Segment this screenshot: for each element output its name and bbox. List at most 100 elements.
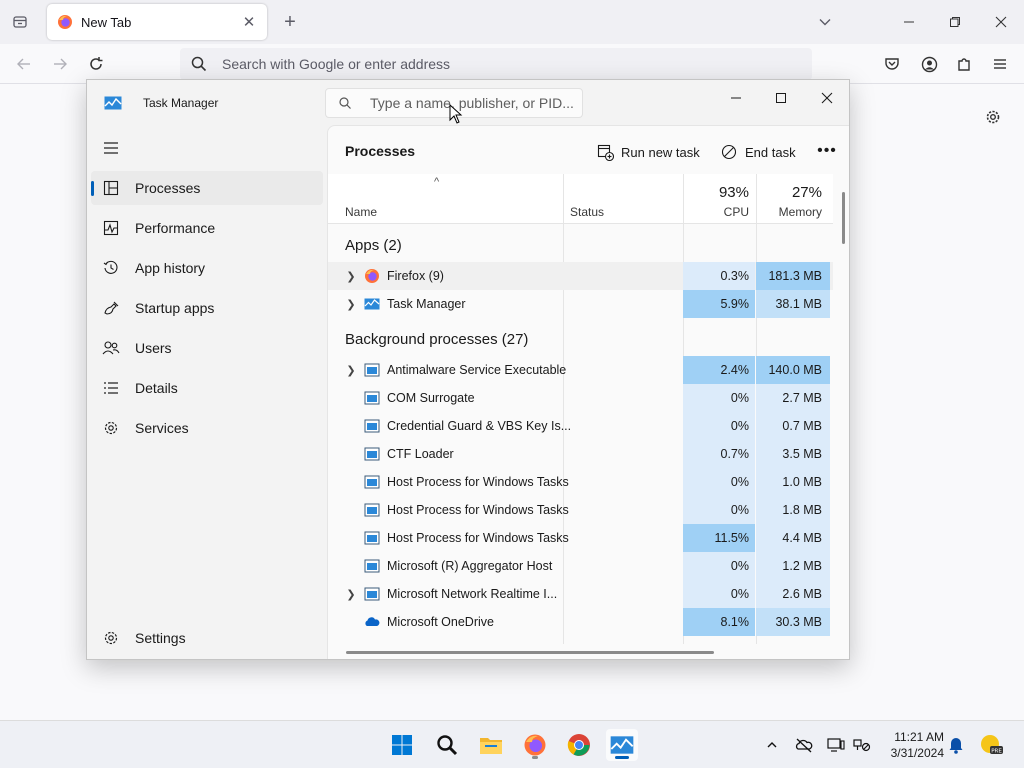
process-cpu: 0% bbox=[683, 580, 755, 608]
process-row[interactable]: COM Surrogate 0% 2.7 MB bbox=[328, 384, 833, 412]
tm-close-icon[interactable] bbox=[805, 84, 849, 112]
nav-startup-apps[interactable]: Startup apps bbox=[91, 291, 323, 325]
nav-settings[interactable]: Settings bbox=[91, 621, 291, 655]
list-all-tabs-icon[interactable] bbox=[812, 10, 838, 34]
firefox-icon bbox=[365, 269, 379, 283]
app-history-icon bbox=[101, 258, 121, 278]
status-column-header[interactable]: Status bbox=[570, 205, 604, 219]
process-row[interactable]: Microsoft (R) Aggregator Host 0% 1.2 MB bbox=[328, 552, 833, 580]
hamburger-menu-icon[interactable] bbox=[101, 138, 121, 158]
expand-chevron-icon[interactable]: ❯ bbox=[346, 269, 356, 283]
close-window-icon[interactable] bbox=[988, 10, 1014, 34]
firefox-taskbar-icon[interactable] bbox=[519, 729, 551, 761]
tm-minimize-icon[interactable] bbox=[714, 84, 758, 112]
show-hidden-icons-chevron-icon[interactable] bbox=[762, 735, 782, 755]
close-tab-icon[interactable]: ✕ bbox=[237, 10, 261, 34]
minimize-icon[interactable] bbox=[896, 10, 922, 34]
task-manager-app-icon bbox=[104, 96, 122, 110]
nav-label: Processes bbox=[135, 180, 201, 196]
memory-column-header[interactable]: Memory bbox=[756, 205, 822, 219]
sort-ascending-icon[interactable]: ^ bbox=[434, 176, 439, 188]
mouse-cursor-icon bbox=[449, 104, 463, 124]
name-column-header[interactable]: Name bbox=[345, 205, 377, 219]
nav-services[interactable]: Services bbox=[91, 411, 323, 445]
tab-list-icon[interactable] bbox=[8, 10, 32, 34]
startup-apps-icon bbox=[101, 298, 121, 318]
cpu-column-header[interactable]: CPU bbox=[683, 205, 749, 219]
process-row[interactable]: CTF Loader 0.7% 3.5 MB bbox=[328, 440, 833, 468]
nav-users[interactable]: Users bbox=[91, 331, 323, 365]
nav-performance[interactable]: Performance bbox=[91, 211, 323, 245]
nav-app-history[interactable]: App history bbox=[91, 251, 323, 285]
cpu-total-percent[interactable]: 93% bbox=[683, 184, 749, 201]
more-options-icon[interactable]: ••• bbox=[814, 138, 840, 164]
task-manager-taskbar-icon[interactable] bbox=[606, 729, 638, 761]
reload-icon[interactable] bbox=[84, 52, 108, 76]
expand-chevron-icon[interactable]: ❯ bbox=[346, 587, 356, 601]
restore-icon[interactable] bbox=[942, 10, 968, 34]
nav-processes[interactable]: Processes bbox=[91, 171, 323, 205]
file-explorer-icon[interactable] bbox=[475, 729, 507, 761]
system-clock[interactable]: 11:21 AM 3/31/2024 bbox=[880, 729, 944, 761]
vertical-scrollbar[interactable] bbox=[842, 192, 845, 244]
url-input[interactable] bbox=[222, 56, 782, 72]
processes-panel: Processes Run new task End task ••• ^ Na… bbox=[327, 125, 849, 659]
process-cpu: 0% bbox=[683, 412, 755, 440]
onedrive-cloud-icon bbox=[365, 617, 380, 626]
clock-time: 11:21 AM bbox=[894, 730, 944, 744]
extensions-icon[interactable] bbox=[952, 52, 976, 76]
expand-chevron-icon[interactable]: ❯ bbox=[346, 297, 356, 311]
run-new-task-label: Run new task bbox=[621, 144, 700, 160]
search-icon[interactable] bbox=[431, 729, 463, 761]
browser-nav-bar bbox=[0, 44, 1024, 84]
display-icon[interactable] bbox=[826, 735, 846, 755]
onedrive-offline-icon[interactable] bbox=[794, 735, 814, 755]
process-row[interactable]: ❯ Antimalware Service Executable 2.4% 14… bbox=[328, 356, 833, 384]
process-name: COM Surrogate bbox=[387, 391, 475, 405]
horizontal-scrollbar[interactable] bbox=[346, 651, 714, 654]
notification-bell-icon[interactable] bbox=[946, 735, 966, 755]
page-settings-gear-icon[interactable] bbox=[982, 106, 1004, 128]
process-row[interactable]: Credential Guard & VBS Key Is... 0% 0.7 … bbox=[328, 412, 833, 440]
menu-icon[interactable] bbox=[988, 52, 1012, 76]
url-bar[interactable] bbox=[180, 48, 812, 80]
process-name: Firefox (9) bbox=[387, 269, 444, 283]
process-row[interactable]: Host Process for Windows Tasks 0% 1.8 MB bbox=[328, 496, 833, 524]
network-volume-icon[interactable] bbox=[852, 735, 872, 755]
nav-details[interactable]: Details bbox=[91, 371, 323, 405]
expand-chevron-icon[interactable]: ❯ bbox=[346, 363, 356, 377]
memory-total-percent[interactable]: 27% bbox=[756, 184, 822, 201]
process-memory: 140.0 MB bbox=[756, 356, 830, 384]
end-task-button[interactable]: End task bbox=[720, 138, 796, 166]
process-row[interactable]: Microsoft OneDrive 8.1% 30.3 MB bbox=[328, 608, 833, 636]
process-row[interactable]: Host Process for Windows Tasks 0% 1.0 MB bbox=[328, 468, 833, 496]
nav-label: Performance bbox=[135, 220, 216, 236]
copilot-preview-icon[interactable]: PRE bbox=[980, 733, 1004, 757]
process-memory: 38.1 MB bbox=[756, 290, 830, 318]
service-window-icon bbox=[364, 363, 380, 377]
process-row[interactable]: ❯ Task Manager 5.9% 38.1 MB bbox=[328, 290, 833, 318]
back-icon[interactable] bbox=[12, 52, 36, 76]
processes-icon bbox=[101, 178, 121, 198]
process-memory: 1.8 MB bbox=[756, 496, 830, 524]
run-new-task-button[interactable]: Run new task bbox=[596, 138, 700, 166]
forward-icon[interactable] bbox=[48, 52, 72, 76]
task-manager-icon bbox=[364, 298, 380, 310]
pocket-icon[interactable] bbox=[880, 52, 904, 76]
process-row[interactable]: ❯ Microsoft Network Realtime I... 0% 2.6… bbox=[328, 580, 833, 608]
task-manager-title-bar: Task Manager bbox=[87, 80, 849, 126]
browser-tab[interactable]: New Tab ✕ bbox=[47, 4, 267, 40]
process-row[interactable]: Host Process for Windows Tasks 11.5% 4.4… bbox=[328, 524, 833, 552]
process-memory: 181.3 MB bbox=[756, 262, 830, 290]
new-tab-icon[interactable]: + bbox=[278, 10, 302, 34]
chrome-icon[interactable] bbox=[563, 729, 595, 761]
process-row[interactable]: ❯ Firefox (9) 0.3% 181.3 MB bbox=[328, 262, 833, 290]
start-windows-icon[interactable] bbox=[386, 729, 418, 761]
account-icon[interactable] bbox=[917, 52, 941, 76]
search-icon bbox=[191, 56, 207, 72]
process-search-input[interactable] bbox=[370, 95, 580, 111]
clock-date: 3/31/2024 bbox=[890, 746, 944, 760]
process-name: Microsoft OneDrive bbox=[387, 615, 494, 629]
tm-maximize-icon[interactable] bbox=[759, 84, 803, 112]
process-grid: ^ Name Status 93% CPU 27% Memory Apps (2… bbox=[328, 174, 849, 644]
